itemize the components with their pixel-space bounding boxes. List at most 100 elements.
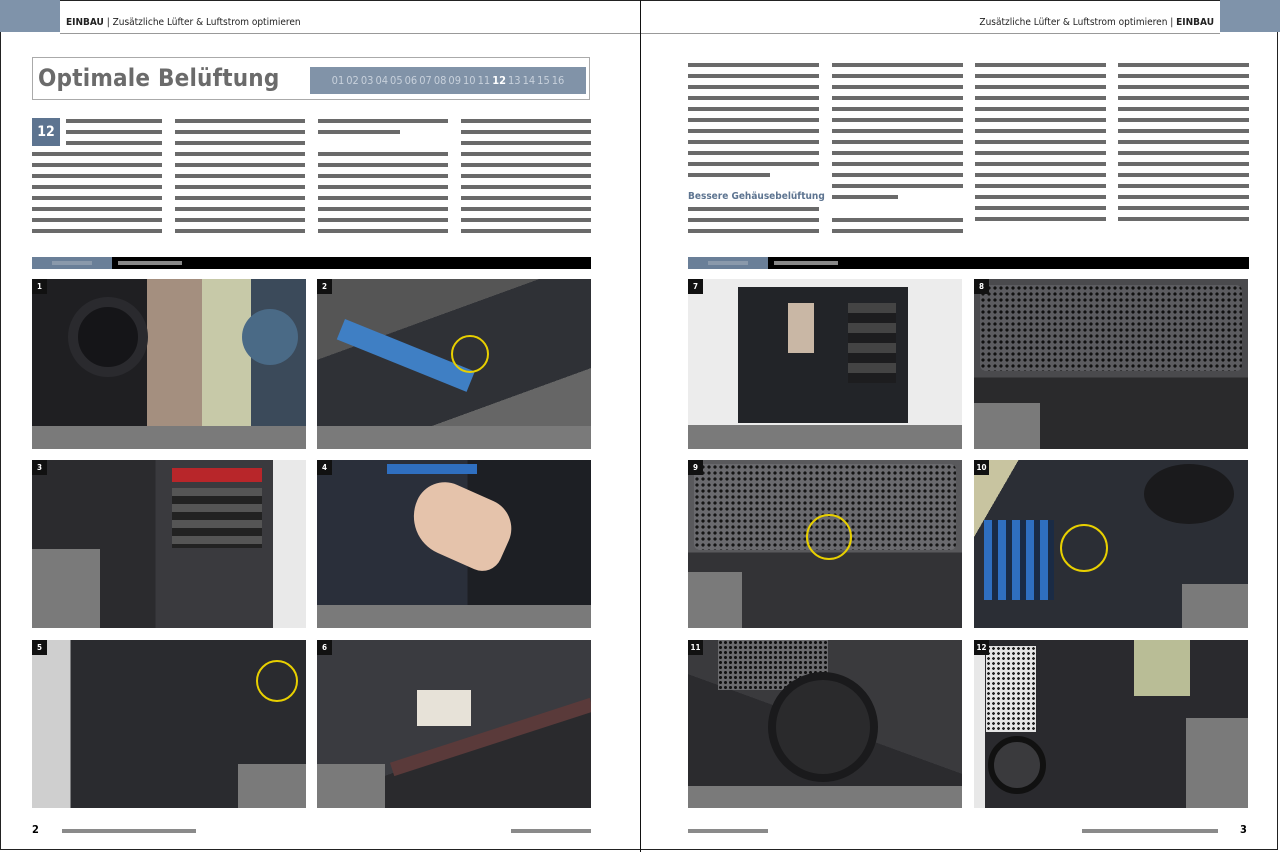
fan-icon: [242, 309, 298, 365]
drive-bay-icon: [848, 303, 896, 383]
footer-rule: [688, 829, 768, 833]
photo-number: 9: [688, 460, 703, 475]
header-section: EINBAU: [1176, 17, 1214, 28]
photo-caption: [688, 786, 962, 808]
page-number: 2: [32, 823, 39, 836]
photo-caption: [238, 764, 306, 808]
running-header-right: Zusätzliche Lüfter & Luftstrom optimiere…: [979, 17, 1214, 28]
photo-caption: [688, 425, 962, 449]
pager-step: 01: [331, 74, 345, 87]
photo: 12: [974, 640, 1248, 808]
photo: 1: [32, 279, 306, 449]
pager-step: 05: [390, 74, 403, 87]
header-corner-left: [0, 0, 60, 32]
page-number: 3: [1240, 823, 1247, 836]
text-column: [318, 119, 448, 141]
text-column: [688, 63, 819, 184]
text-column: [832, 218, 963, 240]
fan-icon: [988, 736, 1046, 794]
photo-caption: [32, 426, 306, 449]
text-column: [175, 119, 305, 240]
footer-rule: [62, 829, 196, 833]
highlight-circle: [1060, 524, 1108, 572]
pager-step: 15: [537, 74, 550, 87]
footer-rule: [511, 829, 591, 833]
photo-number: 4: [317, 460, 332, 475]
highlight-circle: [806, 514, 852, 560]
photo-number: 6: [317, 640, 332, 655]
text-column: [1118, 63, 1249, 228]
subheading: Bessere Gehäusebelüftung: [688, 191, 825, 202]
photo: 2: [317, 279, 591, 449]
ram-icon: [387, 464, 477, 474]
header-title: Zusätzliche Lüfter & Luftstrom optimiere…: [112, 17, 301, 28]
pager-step: 10: [463, 74, 476, 87]
photo-number: 11: [688, 640, 703, 655]
running-header-left: EINBAU | Zusätzliche Lüfter & Luftstrom …: [66, 17, 301, 28]
pager-step: 13: [507, 74, 521, 87]
header-corner-right: [1220, 0, 1280, 32]
photo-number: 12: [974, 640, 989, 655]
cpu-cooler-icon: [1134, 640, 1190, 696]
photo: 3: [32, 460, 306, 628]
header-section: EINBAU: [66, 17, 104, 28]
photo-caption: [32, 549, 100, 628]
pager-step: 08: [433, 74, 447, 87]
photo: 4: [317, 460, 591, 628]
text-column: [32, 152, 162, 240]
photo: 11: [688, 640, 962, 808]
photo-number: 3: [32, 460, 47, 475]
fan-icon: [768, 672, 878, 782]
photo-number: 8: [974, 279, 989, 294]
photo: 8: [974, 279, 1248, 449]
photo: 7: [688, 279, 962, 449]
step-number-badge: 12: [32, 118, 60, 146]
ram-icon: [984, 520, 1054, 600]
photo: 5: [32, 640, 306, 808]
pager-step: 07: [419, 74, 432, 87]
text-column: [688, 207, 819, 240]
pager-step: 03: [360, 74, 374, 87]
photo-number: 1: [32, 279, 47, 294]
fan-icon: [1144, 464, 1234, 524]
text-column: [832, 63, 963, 206]
footer-rule: [1082, 829, 1218, 833]
page-gutter: [640, 0, 641, 852]
section-band: [32, 257, 591, 269]
text-column: [461, 119, 591, 240]
cpu-cooler-icon: [788, 303, 814, 353]
photo-number: 2: [317, 279, 332, 294]
hand-icon: [401, 472, 521, 578]
photo-caption: [1182, 584, 1248, 628]
header-title: Zusätzliche Lüfter & Luftstrom optimiere…: [979, 17, 1168, 28]
pager-step: 16: [551, 74, 565, 87]
photo: 6: [317, 640, 591, 808]
text-column: [66, 119, 162, 152]
pager-step: 06: [404, 74, 418, 87]
fan-icon: [68, 297, 148, 377]
photo-number: 10: [974, 460, 989, 475]
photo-caption: [317, 605, 591, 628]
photo-caption: [1186, 718, 1248, 808]
header-rule-right: [641, 33, 1220, 34]
pager-step: 09: [448, 74, 461, 87]
section-band: [688, 257, 1249, 269]
photo: 10: [974, 460, 1248, 628]
pager-step: 11: [477, 74, 491, 87]
photo-caption: [317, 426, 591, 449]
connector-icon: [417, 690, 471, 726]
photo-caption: [317, 764, 385, 808]
drive-icon: [172, 468, 262, 482]
highlight-circle: [256, 660, 298, 702]
header-rule-left: [60, 33, 640, 34]
photo-number: 7: [688, 279, 703, 294]
photo-number: 5: [32, 640, 47, 655]
step-pager: 01 02 03 04 05 06 07 08 09 10 11 12 13 14 15 16: [310, 67, 586, 94]
pager-step: 14: [522, 74, 536, 87]
pager-step: 12: [492, 74, 506, 87]
photo-caption: [688, 572, 742, 628]
mesh-panel-icon: [980, 285, 1242, 371]
text-column: [975, 63, 1106, 228]
pager-step: 04: [375, 74, 389, 87]
pager-step: 02: [346, 74, 359, 87]
